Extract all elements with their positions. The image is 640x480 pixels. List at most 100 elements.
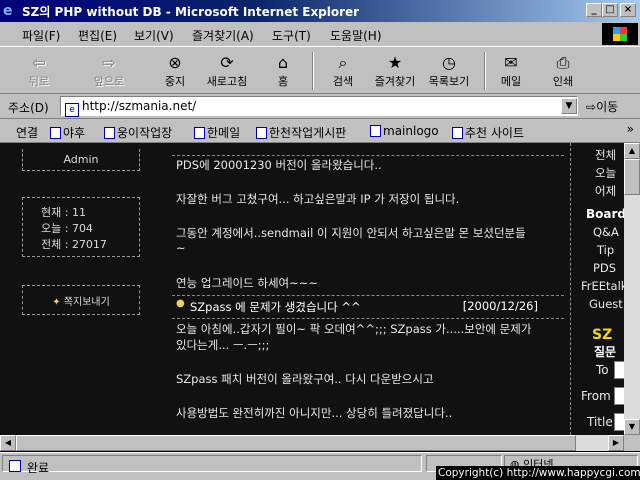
to-input[interactable]: [614, 361, 624, 379]
post2-line: SZpass 패치 버전이 올라왔구여.. 다시 다운받으시고: [176, 372, 434, 386]
search-button[interactable]: ⌕ 검색: [320, 51, 366, 91]
links-bar: 연결 야후 웅이작업장 한메일 한천작업게시판 mainlogo 추천 사이트 …: [0, 118, 640, 142]
links-more-button[interactable]: »: [627, 122, 634, 136]
mail-icon: ✉: [504, 53, 518, 72]
stop-button[interactable]: ⊗ 중지: [152, 51, 198, 91]
horizontal-scrollbar[interactable]: ◀ ▶: [0, 435, 624, 451]
link-hanmail[interactable]: 한메일: [194, 124, 240, 141]
menu-view[interactable]: 보기(V): [134, 27, 174, 44]
board-heading: Board: [586, 207, 624, 221]
address-dropdown-button[interactable]: ▼: [561, 98, 577, 114]
go-label: 이동: [596, 100, 619, 114]
post1-line: 그동안 계정에서..sendmail 이 지원이 안되서 하고싶은말 몬 보셨던…: [176, 226, 526, 240]
scroll-right-button[interactable]: ▶: [608, 435, 624, 451]
link-label: 추천 사이트: [465, 126, 525, 140]
link-recommended[interactable]: 추천 사이트: [452, 124, 524, 141]
address-label: 주소(D): [8, 101, 49, 115]
divider: [172, 295, 564, 296]
scroll-down-button[interactable]: ▼: [624, 419, 640, 435]
toolbar: ⇦ 뒤로 ⇨ 앞으로 ⊗ 중지 ⟳ 새로고침 ⌂ 홈 ⌕ 검색 ★ 즐겨찾기 ◷…: [0, 46, 640, 94]
menu-file[interactable]: 파일(F): [22, 27, 60, 44]
menu-edit[interactable]: 편집(E): [78, 27, 117, 44]
history-label: 목록보기: [428, 75, 470, 88]
history-button[interactable]: ◷ 목록보기: [426, 51, 472, 91]
page-content: Admin 현재 : 11 오늘 : 704 전체 : 27017 ✦ 쪽지보내…: [0, 143, 624, 435]
scroll-up-button[interactable]: ▲: [624, 143, 640, 159]
count-today: 오늘: [595, 166, 617, 180]
links-label: 연결: [16, 126, 39, 140]
title-bar: e SZ의 PHP without DB - Microsoft Interne…: [0, 0, 640, 22]
mail-label: 메일: [500, 75, 522, 88]
back-label: 뒤로: [28, 75, 50, 88]
stop-label: 중지: [164, 75, 186, 88]
refresh-button[interactable]: ⟳ 새로고침: [204, 51, 250, 91]
question-heading: 질문: [594, 345, 617, 359]
menu-favorites[interactable]: 즐겨찾기(A): [192, 27, 254, 44]
board-link-pds[interactable]: PDS: [593, 261, 616, 275]
stat-total: 전체 : 27017: [41, 238, 107, 251]
ie-icon: e: [3, 3, 13, 19]
scroll-corner: [624, 435, 640, 451]
horizontal-scroll-thumb[interactable]: [16, 435, 576, 451]
window-title: SZ의 PHP without DB - Microsoft Internet …: [22, 5, 360, 19]
back-button[interactable]: ⇦ 뒤로: [16, 51, 62, 91]
mail-button[interactable]: ✉ 메일: [488, 51, 534, 91]
link-label: 한메일: [207, 126, 241, 140]
forward-arrow-icon: ⇨: [102, 53, 116, 72]
page-icon: [194, 127, 205, 139]
page-viewport: Admin 현재 : 11 오늘 : 704 전체 : 27017 ✦ 쪽지보내…: [0, 142, 640, 452]
link-yahoo[interactable]: 야후: [50, 124, 85, 141]
link-woong[interactable]: 웅이작업장: [104, 124, 172, 141]
to-label: To: [596, 363, 609, 377]
post1-line: ~: [176, 241, 186, 255]
post2-title[interactable]: SZpass 에 문제가 생겼습니다 ^^: [190, 299, 361, 315]
menu-tools[interactable]: 도구(T): [272, 27, 311, 44]
close-button[interactable]: ×: [620, 3, 636, 17]
stat-current: 현재 : 11: [41, 206, 86, 219]
address-url: http://szmania.net/: [82, 99, 197, 113]
refresh-icon: ⟳: [220, 53, 234, 72]
vertical-scroll-thumb[interactable]: [624, 159, 640, 195]
link-label: mainlogo: [383, 124, 439, 138]
back-arrow-icon: ⇦: [32, 53, 46, 72]
post2-line: 있다는게... ㅡ.ㅡ;;;: [176, 338, 270, 352]
maximize-button[interactable]: □: [602, 3, 618, 17]
print-button[interactable]: ⎙ 인쇄: [540, 51, 586, 91]
refresh-label: 새로고침: [206, 75, 248, 88]
from-input[interactable]: [614, 387, 624, 405]
sz-logo: SZ: [592, 327, 613, 343]
from-label: From: [581, 389, 611, 403]
go-button[interactable]: ⇨이동: [586, 98, 618, 115]
forward-button[interactable]: ⇨ 앞으로: [86, 51, 132, 91]
status-text: 완료: [27, 461, 50, 475]
address-bar: 주소(D) e http://szmania.net/ ▼ ⇨이동: [0, 94, 640, 118]
board-link-qna[interactable]: Q&A: [593, 225, 619, 239]
post2-date: [2000/12/26]: [462, 299, 538, 313]
board-link-freetalk[interactable]: FrEEtalk: [581, 279, 624, 293]
board-link-tip[interactable]: Tip: [597, 243, 614, 257]
go-arrow-icon: ⇨: [586, 100, 597, 114]
home-button[interactable]: ⌂ 홈: [260, 51, 306, 91]
scroll-left-button[interactable]: ◀: [0, 435, 16, 451]
link-mainlogo[interactable]: mainlogo: [370, 124, 439, 138]
address-input[interactable]: e http://szmania.net/ ▼: [60, 96, 578, 117]
send-message-link[interactable]: ✦ 쪽지보내기: [52, 297, 110, 308]
post2-header: ● SZpass 에 문제가 생겼습니다 ^^ [2000/12/26]: [172, 297, 564, 316]
title-input[interactable]: [614, 413, 624, 431]
link-hancheon-board[interactable]: 한천작업게시판: [256, 124, 346, 141]
home-label: 홈: [277, 75, 289, 88]
vertical-scrollbar[interactable]: ▲ ▼: [624, 143, 640, 435]
divider: [172, 155, 564, 156]
title-label: Title: [587, 415, 613, 429]
menu-help[interactable]: 도움말(H): [330, 27, 382, 44]
minimize-button[interactable]: _: [586, 3, 602, 17]
toolbar-separator: [484, 52, 486, 90]
home-icon: ⌂: [277, 53, 289, 72]
page-icon: [50, 127, 61, 139]
board-link-guest[interactable]: Guest: [589, 297, 623, 311]
forward-label: 앞으로: [93, 75, 125, 88]
page-icon: [256, 127, 267, 139]
favorites-button[interactable]: ★ 즐겨찾기: [372, 51, 418, 91]
history-icon: ◷: [442, 53, 456, 72]
admin-link[interactable]: Admin: [63, 153, 98, 166]
